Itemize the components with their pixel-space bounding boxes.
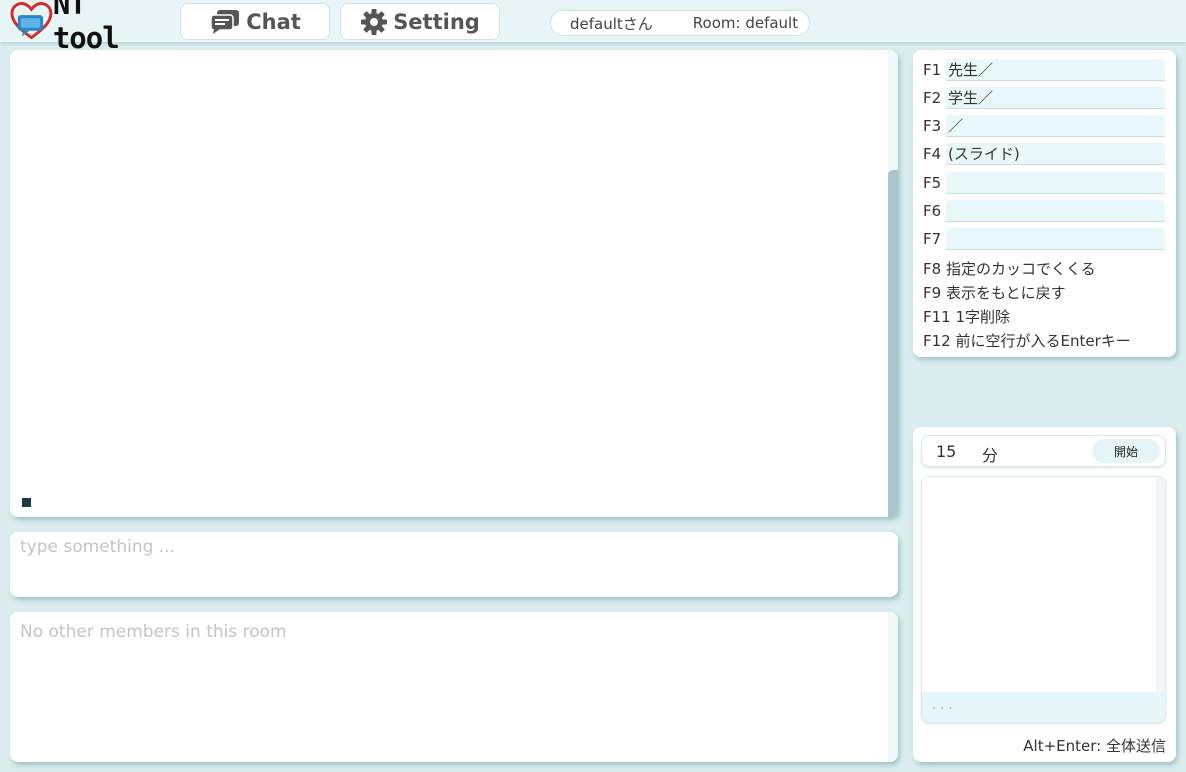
- message-input[interactable]: [10, 532, 898, 597]
- f4-input[interactable]: [946, 143, 1165, 165]
- f7-input[interactable]: [946, 228, 1165, 250]
- chat-log[interactable]: [10, 50, 898, 517]
- setting-nav-button[interactable]: Setting: [340, 3, 500, 40]
- f4-label: F4: [923, 145, 942, 163]
- cursor-marker: [22, 498, 31, 507]
- timer-start-button[interactable]: 開始: [1092, 439, 1160, 463]
- timer-unit: 分: [982, 446, 999, 465]
- f6-input[interactable]: [946, 200, 1165, 222]
- logo[interactable]: NT tool: [10, 0, 165, 55]
- members-list: No other members in this room: [10, 612, 898, 762]
- heart-chat-icon: [10, 2, 53, 40]
- f5-label: F5: [923, 174, 942, 192]
- top-bar: NT tool Chat Setting defaultさん Room: def…: [0, 0, 1186, 55]
- logo-text: NT tool: [52, 0, 120, 55]
- f6-label: F6: [923, 202, 942, 220]
- timer-minutes[interactable]: 15: [936, 442, 956, 461]
- timer-panel: 15 分 開始 . . . Alt+Enter: 全体送信: [913, 427, 1176, 762]
- f11-description: F11 1字削除: [923, 308, 1011, 326]
- f1-label: F1: [923, 61, 942, 79]
- setting-nav-label: Setting: [393, 9, 480, 34]
- f9-description: F9 表示をもとに戻す: [923, 284, 1066, 302]
- timer-log[interactable]: . . .: [921, 476, 1166, 723]
- gear-icon: [361, 8, 388, 35]
- f7-label: F7: [923, 230, 942, 248]
- timer-control: 15 分 開始: [921, 435, 1166, 467]
- timer-log-scrollbar[interactable]: [1156, 477, 1165, 693]
- chat-scrollbar-thumb[interactable]: [888, 170, 898, 517]
- f12-description: F12 前に空行が入るEnterキー: [923, 332, 1131, 350]
- room-name: Room: default: [692, 14, 799, 32]
- user-name: defaultさん: [570, 14, 653, 33]
- user-room-badge: defaultさん Room: default: [550, 10, 810, 36]
- f3-label: F3: [923, 117, 942, 135]
- f3-input[interactable]: [946, 115, 1165, 137]
- chat-nav-button[interactable]: Chat: [180, 3, 330, 40]
- f1-input[interactable]: [946, 59, 1165, 81]
- f2-label: F2: [923, 89, 942, 107]
- members-scrollbar-track[interactable]: [888, 612, 898, 762]
- members-empty-text: No other members in this room: [20, 622, 287, 642]
- chat-nav-label: Chat: [246, 9, 301, 34]
- send-all-hint: Alt+Enter: 全体送信: [1023, 737, 1166, 755]
- f5-input[interactable]: [946, 172, 1165, 194]
- shortcut-panel: F1 F2 F3 F4 F5 F6 F7 F8 指定のカッコでくくる F9 表示…: [913, 50, 1176, 357]
- message-input-box: [10, 532, 898, 597]
- f8-description: F8 指定のカッコでくくる: [923, 260, 1096, 278]
- f2-input[interactable]: [946, 87, 1165, 109]
- chat-bubbles-icon: [210, 9, 240, 34]
- timer-log-footer: . . .: [922, 692, 1165, 722]
